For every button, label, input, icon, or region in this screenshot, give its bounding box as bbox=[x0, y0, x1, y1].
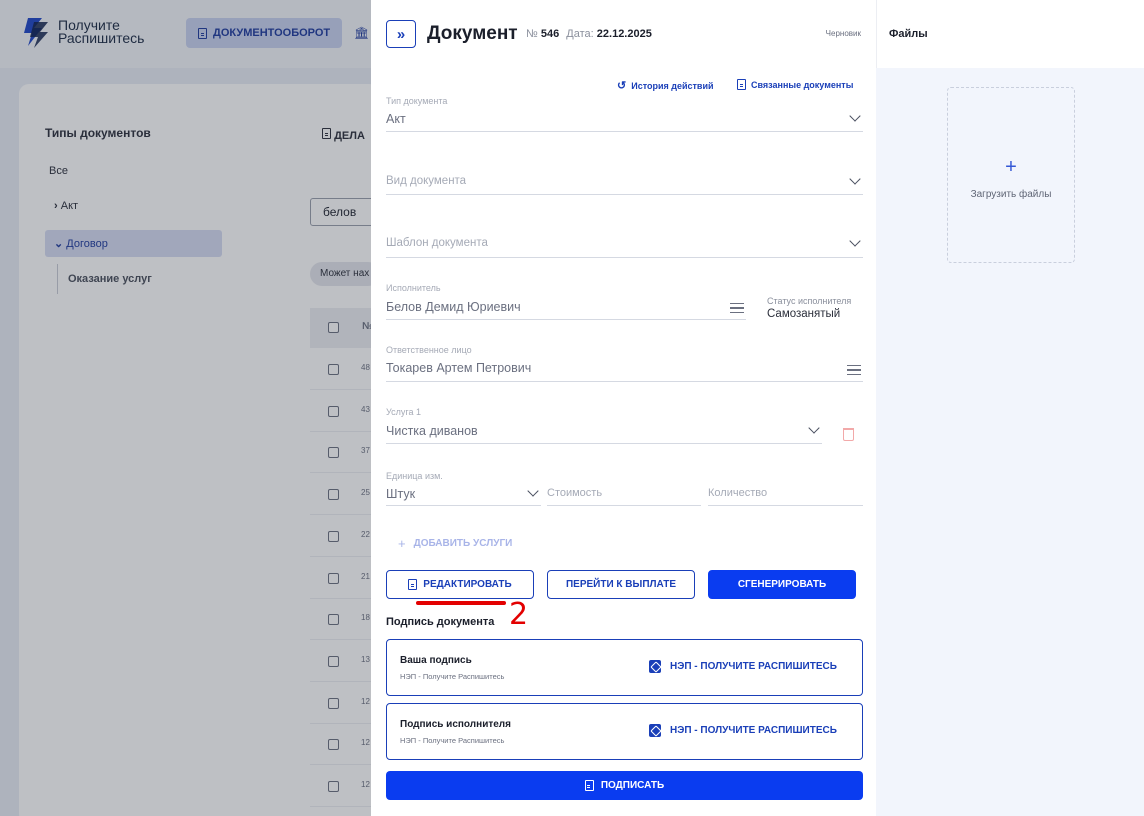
signature-card-subtitle: НЭП - Получите Распишитесь bbox=[400, 672, 505, 681]
executor-status-value: Самозанятый bbox=[767, 308, 841, 320]
chevron-down-icon bbox=[849, 235, 861, 247]
signature-icon bbox=[649, 724, 661, 737]
field-value: Чистка диванов bbox=[386, 424, 478, 438]
sign-method-label: НЭП - ПОЛУЧИТЕ РАСПИШИТЕСЬ bbox=[670, 661, 837, 672]
signature-icon bbox=[649, 660, 661, 673]
sign-method-label: НЭП - ПОЛУЧИТЕ РАСПИШИТЕСЬ bbox=[670, 725, 837, 736]
field-label: Исполнитель bbox=[386, 283, 441, 293]
field-value: Штук bbox=[386, 487, 416, 501]
quantity-input[interactable]: Количество bbox=[708, 470, 863, 506]
field-placeholder: Шаблон документа bbox=[386, 237, 488, 249]
document-date: 22.12.2025 bbox=[596, 28, 652, 40]
field-placeholder: Вид документа bbox=[386, 175, 467, 187]
go-to-payment-button[interactable]: ПЕРЕЙТИ К ВЫПЛАТЕ bbox=[547, 570, 695, 599]
signature-card-title: Подпись исполнителя bbox=[400, 719, 511, 730]
signature-section-title: Подпись документа bbox=[386, 616, 495, 628]
related-documents-link[interactable]: Связанные документы bbox=[737, 79, 853, 90]
field-placeholder: Стоимость bbox=[547, 487, 603, 499]
chevron-down-icon bbox=[808, 422, 820, 434]
chevron-down-icon bbox=[527, 485, 539, 497]
field-placeholder: Количество bbox=[708, 487, 768, 499]
document-drawer: » Документ № 546 Дата: 22.12.2025 Чернов… bbox=[371, 0, 876, 816]
annotation-number: 2 bbox=[509, 597, 529, 632]
executor-status-label: Статус исполнителя bbox=[767, 296, 852, 306]
cost-input[interactable]: Стоимость bbox=[547, 470, 701, 506]
unit-select[interactable]: Единица изм. Штук bbox=[386, 470, 541, 506]
field-value: Белов Демид Юриевич bbox=[386, 300, 521, 314]
responsible-person-field[interactable]: Ответственное лицо Токарев Артем Петрови… bbox=[386, 344, 863, 382]
document-title: Документ bbox=[427, 23, 518, 44]
chevron-down-icon bbox=[849, 173, 861, 185]
add-service-label: ДОБАВИТЬ УСЛУГИ bbox=[413, 538, 513, 549]
signature-card-executor: Подпись исполнителя НЭП - Получите Распи… bbox=[386, 703, 863, 760]
chevron-down-icon bbox=[849, 110, 861, 122]
history-link[interactable]: ↺ История действий bbox=[617, 79, 714, 92]
plus-icon: + bbox=[1005, 156, 1017, 178]
executor-field[interactable]: Исполнитель Белов Демид Юриевич bbox=[386, 282, 746, 320]
document-template-select[interactable]: Шаблон документа bbox=[386, 222, 863, 258]
generate-label: СГЕНЕРИРОВАТЬ bbox=[737, 579, 827, 590]
upload-files-dropzone[interactable]: + Загрузить файлы bbox=[947, 87, 1075, 263]
number-label: № bbox=[526, 28, 538, 40]
sign-method-button[interactable]: НЭП - ПОЛУЧИТЕ РАСПИШИТЕСЬ bbox=[649, 660, 837, 673]
edit-document-icon bbox=[408, 579, 418, 590]
collapse-drawer-button[interactable]: » bbox=[386, 20, 416, 48]
sign-method-button[interactable]: НЭП - ПОЛУЧИТЕ РАСПИШИТЕСЬ bbox=[649, 724, 837, 737]
related-link-label: Связанные документы bbox=[751, 79, 854, 90]
annotation-underline bbox=[416, 601, 506, 605]
signature-card-yours: Ваша подпись НЭП - Получите Распишитесь … bbox=[386, 639, 863, 696]
document-kind-select[interactable]: Вид документа bbox=[386, 160, 863, 195]
plus-icon: + bbox=[398, 536, 406, 551]
field-label: Тип документа bbox=[386, 96, 448, 106]
edit-button[interactable]: РЕДАКТИРОВАТЬ bbox=[386, 570, 534, 599]
files-header: Файлы bbox=[876, 0, 1144, 68]
document-meta: № 546 Дата: 22.12.2025 bbox=[526, 28, 652, 40]
add-service-button[interactable]: + ДОБАВИТЬ УСЛУГИ bbox=[398, 536, 512, 551]
date-label: Дата: bbox=[566, 28, 594, 40]
field-label: Услуга 1 bbox=[386, 407, 421, 417]
upload-files-label: Загрузить файлы bbox=[970, 189, 1052, 200]
document-icon bbox=[737, 79, 746, 90]
field-label: Единица изм. bbox=[386, 471, 443, 481]
files-title: Файлы bbox=[889, 28, 928, 40]
double-chevron-right-icon: » bbox=[396, 25, 406, 43]
list-menu-icon[interactable] bbox=[730, 303, 744, 313]
edit-button-label: РЕДАКТИРОВАТЬ bbox=[423, 579, 512, 590]
files-panel: Файлы + Загрузить файлы bbox=[876, 0, 1144, 816]
history-icon: ↺ bbox=[617, 80, 627, 92]
signature-card-subtitle: НЭП - Получите Распишитесь bbox=[400, 736, 505, 745]
go-to-payment-label: ПЕРЕЙТИ К ВЫПЛАТЕ bbox=[565, 579, 677, 590]
service-select[interactable]: Услуга 1 Чистка диванов bbox=[386, 406, 822, 444]
history-link-label: История действий bbox=[631, 80, 714, 91]
generate-button[interactable]: СГЕНЕРИРОВАТЬ bbox=[708, 570, 856, 599]
document-number: 546 bbox=[540, 28, 560, 40]
document-sign-icon bbox=[584, 780, 594, 791]
document-type-select[interactable]: Тип документа Акт bbox=[386, 95, 863, 132]
field-label: Ответственное лицо bbox=[386, 345, 472, 355]
list-menu-icon[interactable] bbox=[847, 365, 861, 375]
field-value: Токарев Артем Петрович bbox=[386, 361, 532, 375]
signature-card-title: Ваша подпись bbox=[400, 655, 472, 666]
sign-button[interactable]: ПОДПИСАТЬ bbox=[386, 771, 863, 800]
sign-button-label: ПОДПИСАТЬ bbox=[600, 780, 665, 791]
field-value: Акт bbox=[386, 112, 406, 126]
trash-icon[interactable] bbox=[843, 428, 854, 441]
document-status: Черновик bbox=[825, 29, 861, 38]
